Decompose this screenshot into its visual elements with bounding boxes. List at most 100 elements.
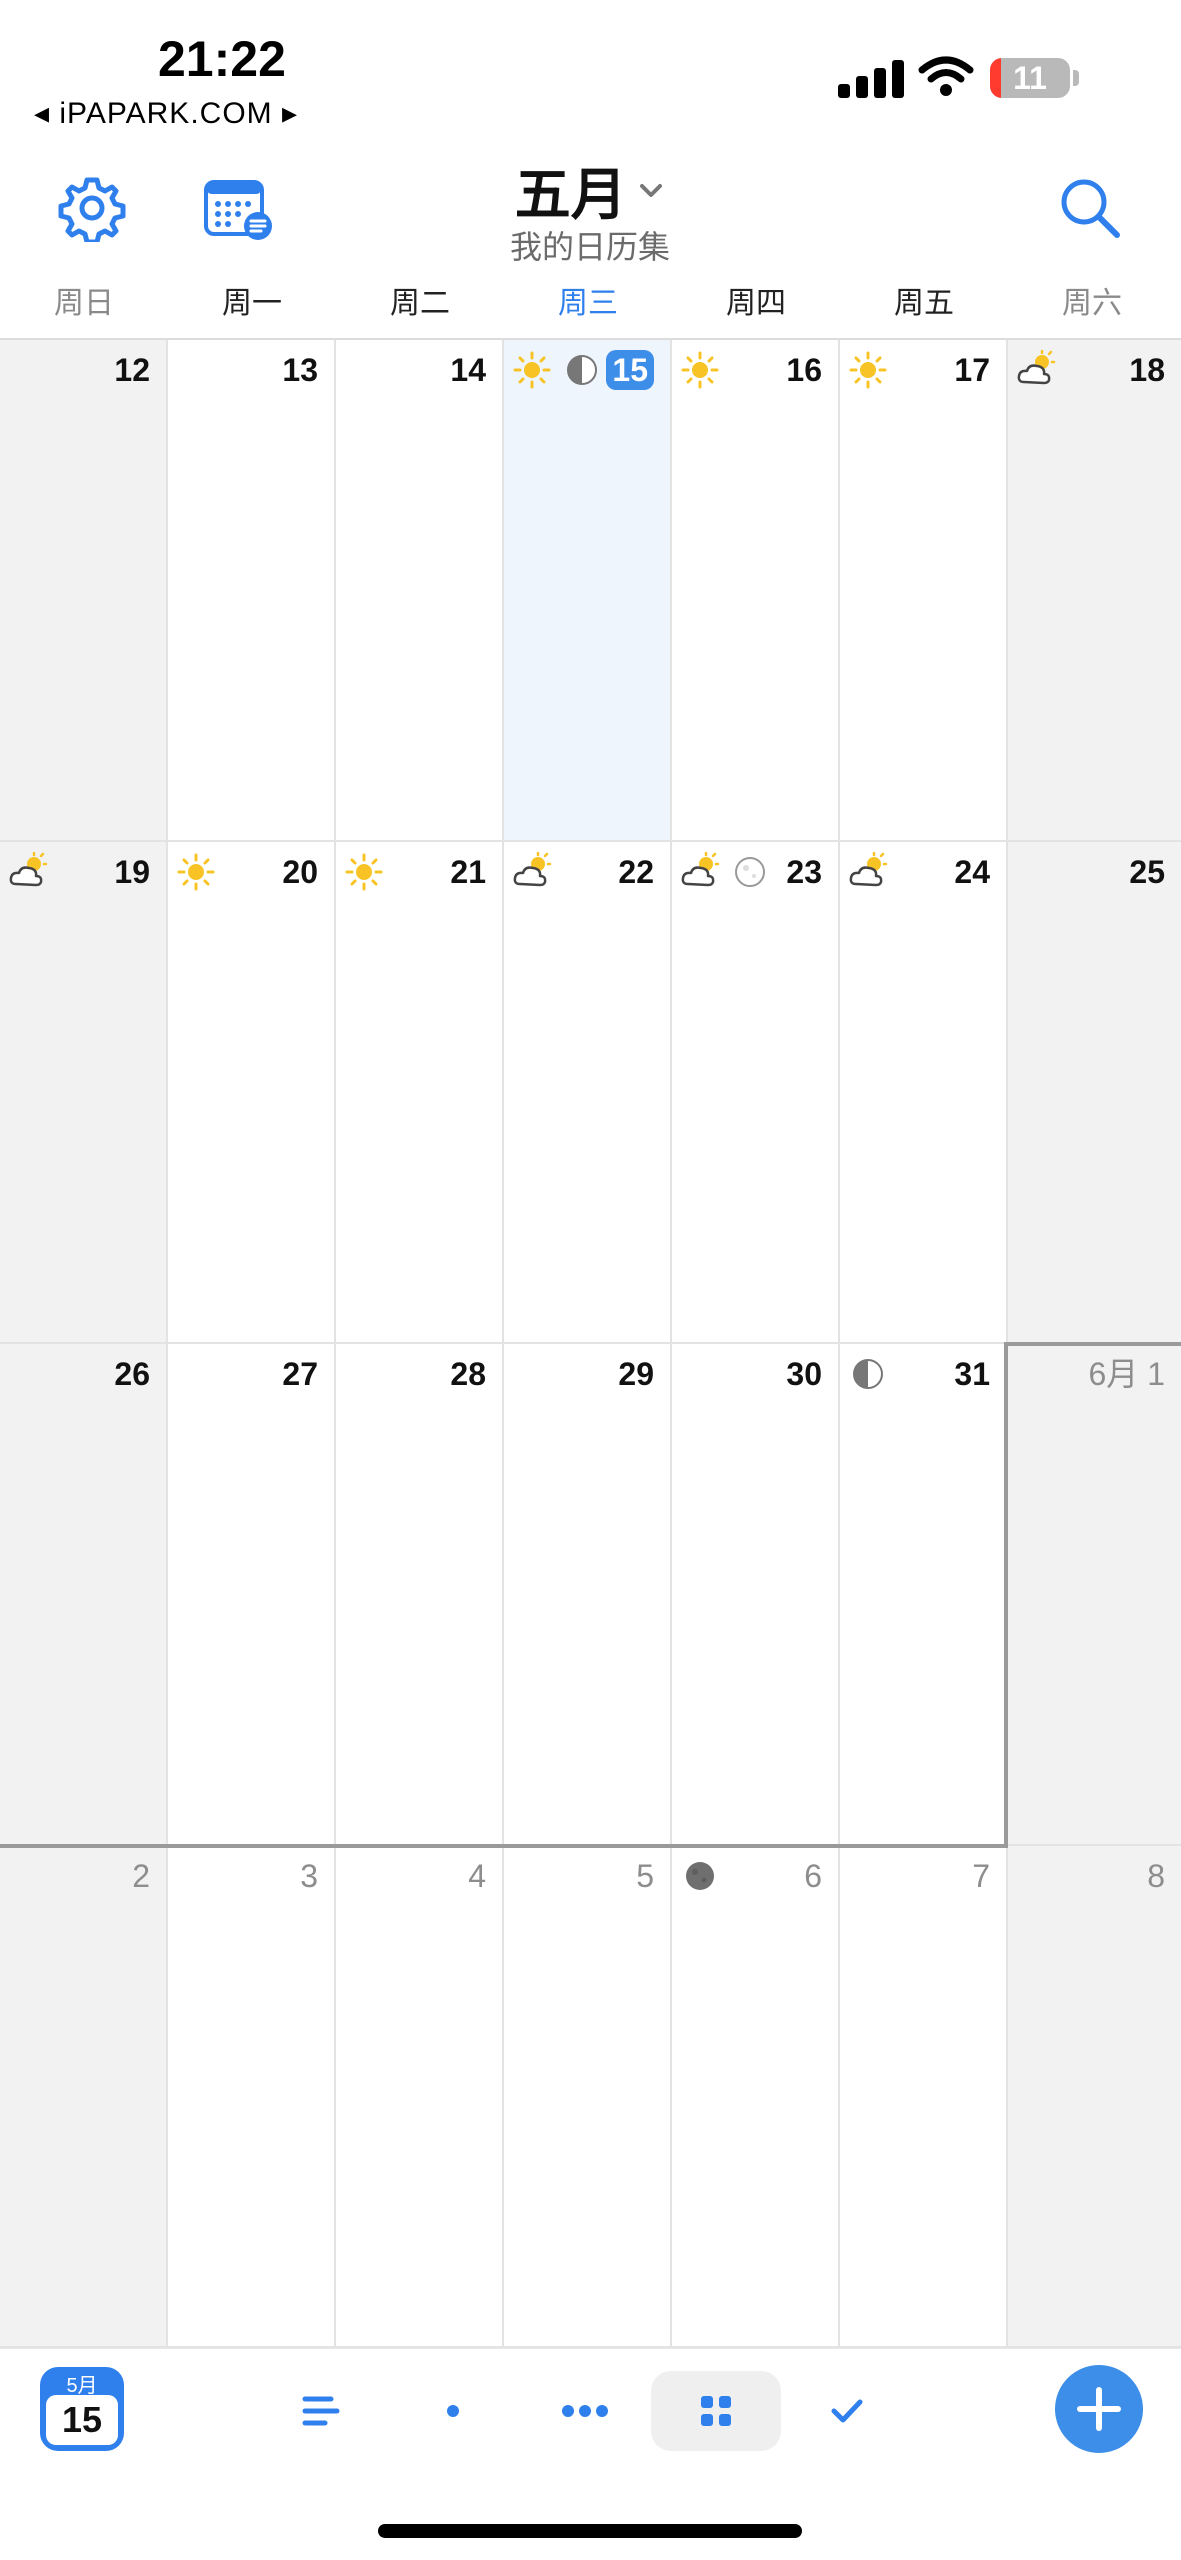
home-indicator[interactable] bbox=[378, 2524, 802, 2538]
checkmark-icon bbox=[831, 2399, 863, 2423]
month-view-button[interactable] bbox=[651, 2371, 781, 2451]
day-number: 29 bbox=[618, 1356, 654, 1392]
day-cell[interactable]: 22 bbox=[504, 842, 672, 1344]
today-button-month: 5月 bbox=[66, 2375, 98, 2397]
day-cell[interactable]: 20 bbox=[168, 842, 336, 1344]
sun-icon bbox=[345, 853, 383, 891]
day-view-button[interactable] bbox=[388, 2371, 518, 2451]
day-number: 21 bbox=[450, 854, 486, 890]
battery-level: 11 bbox=[1013, 60, 1047, 96]
day-cell[interactable]: 6 bbox=[672, 1846, 840, 2348]
day-cell[interactable]: 5 bbox=[504, 1846, 672, 2348]
cellular-signal-icon bbox=[838, 58, 908, 98]
multi-day-view-icon bbox=[562, 2405, 608, 2417]
calendar-set-name[interactable]: 我的日历集 bbox=[440, 222, 740, 268]
tasks-view-button[interactable] bbox=[782, 2371, 912, 2451]
moon-half-icon bbox=[853, 1359, 883, 1389]
battery-icon: 11 bbox=[990, 58, 1070, 98]
day-number: 15 bbox=[606, 350, 654, 390]
list-view-button[interactable] bbox=[256, 2371, 386, 2451]
weekday-label: 周日 bbox=[54, 287, 114, 320]
day-number: 14 bbox=[450, 352, 486, 388]
cloud-sun-icon bbox=[9, 852, 48, 887]
search-icon bbox=[1061, 179, 1120, 238]
weekday-label: 周五 bbox=[894, 287, 954, 320]
day-cell[interactable]: 8 bbox=[1008, 1846, 1181, 2348]
plus-icon bbox=[1077, 2387, 1121, 2431]
day-number: 12 bbox=[114, 352, 150, 388]
day-cell[interactable]: 2 bbox=[0, 1846, 168, 2348]
weekday-label: 周四 bbox=[726, 287, 786, 320]
day-number: 6 bbox=[804, 1858, 822, 1894]
day-view-icon bbox=[447, 2405, 459, 2417]
day-cell[interactable]: 4 bbox=[336, 1846, 504, 2348]
day-cell[interactable]: 19 bbox=[0, 842, 168, 1344]
day-number: 30 bbox=[786, 1356, 822, 1392]
day-number: 24 bbox=[954, 854, 990, 890]
day-number: 17 bbox=[954, 352, 990, 388]
day-cell[interactable]: 26 bbox=[0, 1344, 168, 1846]
cloud-sun-icon bbox=[849, 852, 888, 887]
settings-button[interactable] bbox=[52, 168, 132, 248]
moon-half-icon bbox=[567, 355, 597, 385]
sun-icon bbox=[681, 351, 719, 389]
day-cell[interactable]: 30 bbox=[672, 1344, 840, 1846]
day-cell[interactable]: 13 bbox=[168, 340, 336, 842]
day-cell[interactable]: 18 bbox=[1008, 340, 1181, 842]
day-cell[interactable]: 7 bbox=[840, 1846, 1008, 2348]
day-cell[interactable]: 29 bbox=[504, 1344, 672, 1846]
day-cell[interactable]: 16 bbox=[672, 340, 840, 842]
day-number: 23 bbox=[786, 854, 822, 890]
day-cell[interactable]: 21 bbox=[336, 842, 504, 1344]
chevron-down-icon bbox=[640, 183, 663, 197]
add-event-button[interactable] bbox=[1055, 2365, 1143, 2453]
day-cell[interactable]: 24 bbox=[840, 842, 1008, 1344]
today-button-day: 15 bbox=[46, 2395, 118, 2445]
list-view-icon bbox=[302, 2396, 340, 2426]
day-number: 5 bbox=[636, 1858, 654, 1894]
day-number: 31 bbox=[954, 1356, 990, 1392]
moon-new-icon bbox=[686, 1862, 714, 1890]
search-button[interactable] bbox=[1050, 168, 1130, 248]
day-number: 18 bbox=[1129, 352, 1165, 388]
moon-full-icon bbox=[735, 857, 765, 887]
sun-icon bbox=[177, 853, 215, 891]
day-cell[interactable]: 14 bbox=[336, 340, 504, 842]
day-number: 19 bbox=[114, 854, 150, 890]
status-bar: 21:22 ◂ iPAPARK.COM ▸ 11 bbox=[0, 0, 1181, 130]
day-number: 27 bbox=[282, 1356, 318, 1392]
day-number: 25 bbox=[1129, 854, 1165, 890]
wifi-icon bbox=[918, 56, 974, 96]
day-cell[interactable]: 25 bbox=[1008, 842, 1181, 1344]
weekday-label-today: 周三 bbox=[558, 287, 618, 320]
sun-icon bbox=[849, 351, 887, 389]
day-cell[interactable]: 23 bbox=[672, 842, 840, 1344]
day-cell[interactable]: 28 bbox=[336, 1344, 504, 1846]
day-number: 4 bbox=[468, 1858, 486, 1894]
calendar-sets-button[interactable] bbox=[198, 170, 278, 250]
gear-icon bbox=[58, 177, 126, 242]
month-selector[interactable]: 五月 bbox=[440, 150, 740, 231]
day-cell[interactable]: 3 bbox=[168, 1846, 336, 2348]
day-cell[interactable]: 27 bbox=[168, 1344, 336, 1846]
weekday-header: 周日 周一 周二 周三 周四 周五 周六 bbox=[0, 280, 1181, 340]
day-number: 6月 1 bbox=[1088, 1356, 1166, 1392]
cloud-sun-icon bbox=[681, 852, 720, 887]
cloud-sun-icon bbox=[513, 852, 552, 887]
bottom-toolbar: 5月 15 bbox=[0, 2348, 1181, 2488]
month-title: 五月 bbox=[514, 163, 627, 226]
multi-day-view-button[interactable] bbox=[520, 2371, 650, 2451]
day-cell[interactable]: 6月 1 bbox=[1008, 1344, 1181, 1846]
weekday-label: 周一 bbox=[222, 287, 282, 320]
back-to-app-link[interactable]: ◂ iPAPARK.COM ▸ bbox=[34, 96, 298, 131]
day-cell[interactable]: 17 bbox=[840, 340, 1008, 842]
day-cell-today[interactable]: 15 bbox=[504, 340, 672, 842]
day-number: 16 bbox=[786, 352, 822, 388]
day-cell[interactable]: 12 bbox=[0, 340, 168, 842]
today-button[interactable]: 5月 15 bbox=[40, 2367, 124, 2451]
day-cell[interactable]: 31 bbox=[840, 1344, 1008, 1846]
cloud-sun-icon bbox=[1017, 350, 1056, 385]
day-number: 7 bbox=[972, 1858, 990, 1894]
day-number: 13 bbox=[282, 352, 318, 388]
day-number: 20 bbox=[282, 854, 318, 890]
